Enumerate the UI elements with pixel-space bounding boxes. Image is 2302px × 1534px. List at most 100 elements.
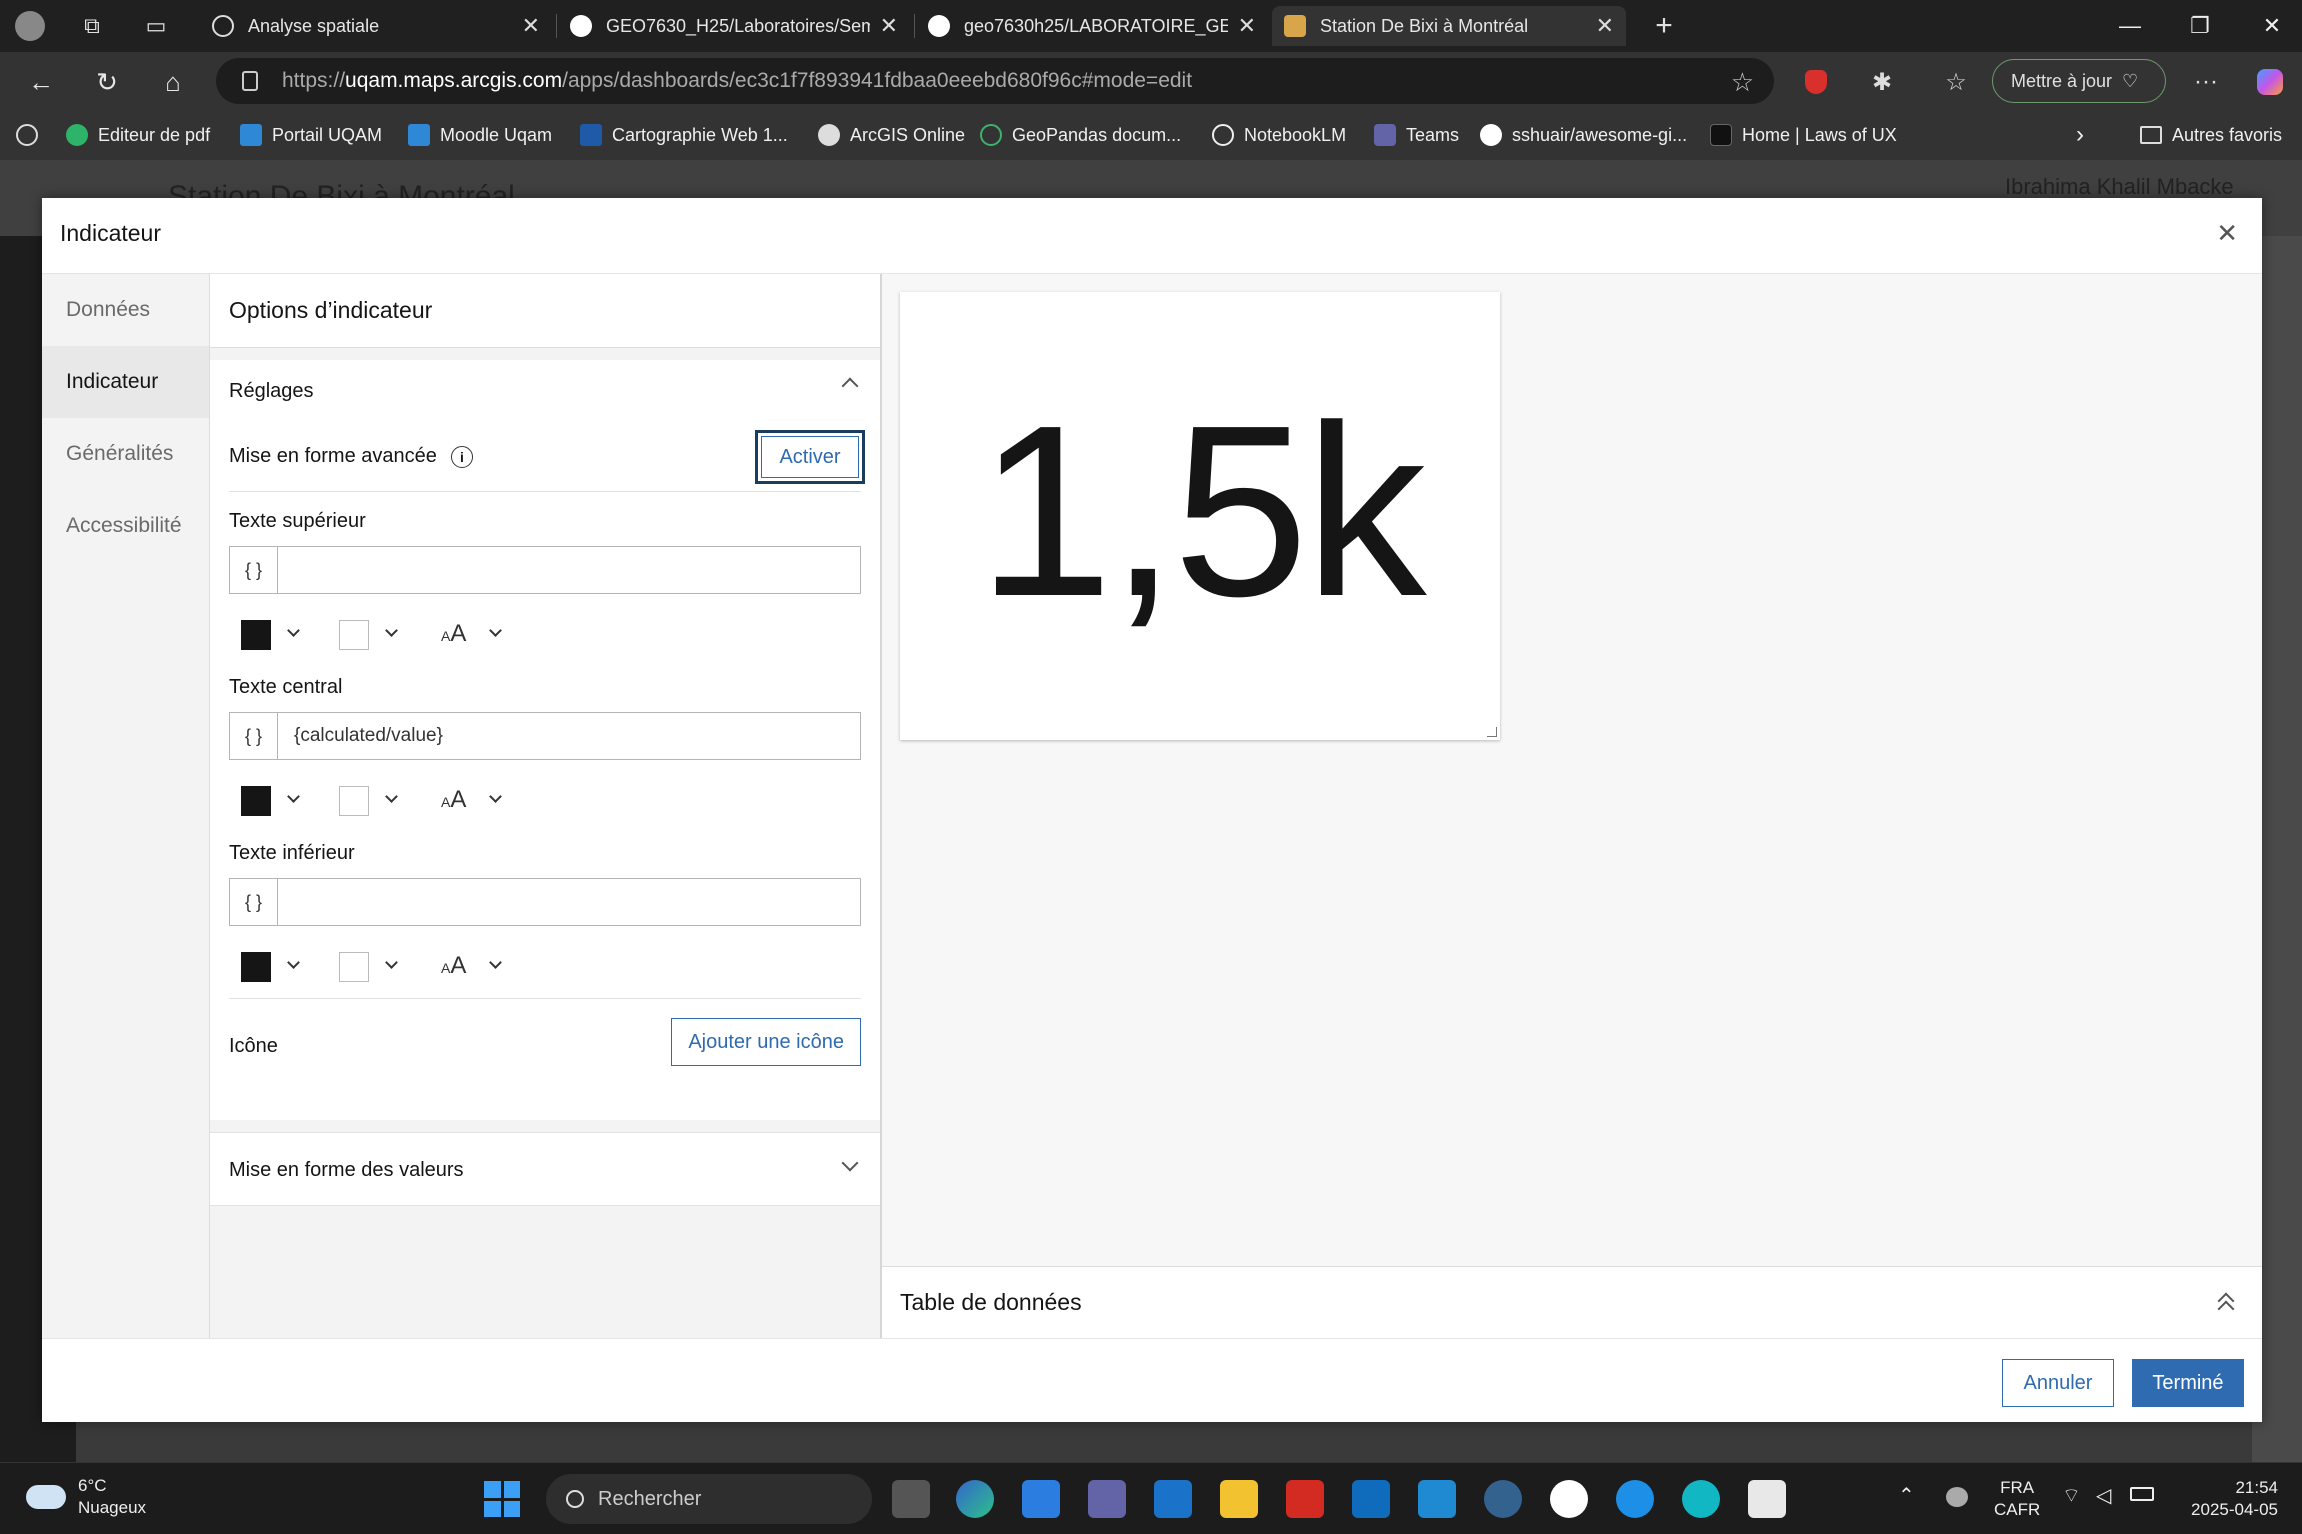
outlook-new-icon[interactable] <box>1352 1480 1390 1518</box>
extension-shield-icon[interactable] <box>1800 66 1832 98</box>
tab-geo7630h25-laboratoire[interactable]: geo7630h25/LABORATOIRE_GEO7 ✕ <box>916 6 1268 46</box>
insert-field-button[interactable]: { } <box>230 713 278 759</box>
close-icon[interactable]: ✕ <box>2216 218 2238 249</box>
tray-overflow-icon[interactable]: ⌃ <box>1898 1485 1915 1507</box>
chevron-down-icon[interactable] <box>489 956 502 969</box>
chevron-down-icon[interactable] <box>287 790 300 803</box>
bottom-text-field[interactable]: { } <box>229 878 861 926</box>
insert-field-button[interactable]: { } <box>230 879 278 925</box>
chevron-down-icon[interactable] <box>385 790 398 803</box>
middle-text-field[interactable]: { } {calculated/value} <box>229 712 861 760</box>
info-icon[interactable]: i <box>450 445 473 468</box>
teams-icon[interactable] <box>1088 1480 1126 1518</box>
tab-geo7630-laboratoires[interactable]: GEO7630_H25/Laboratoires/Sema ✕ <box>558 6 910 46</box>
address-bar[interactable]: https://uqam.maps.arcgis.com/apps/dashbo… <box>216 58 1774 104</box>
vscode-icon[interactable] <box>1418 1480 1456 1518</box>
outlook-icon[interactable] <box>1154 1480 1192 1518</box>
bookmark-editeur-pdf[interactable]: Editeur de pdf <box>66 121 210 149</box>
settings-panel-header[interactable]: Réglages <box>210 360 880 422</box>
restore-icon[interactable]: ❐ <box>2180 8 2220 44</box>
postgresql-icon[interactable] <box>1484 1480 1522 1518</box>
background-color-swatch[interactable] <box>339 786 369 816</box>
font-size-icon[interactable]: AA <box>441 786 466 814</box>
volume-icon[interactable]: ◁ <box>2096 1485 2111 1507</box>
top-text-field[interactable]: { } <box>229 546 861 594</box>
cancel-button[interactable]: Annuler <box>2002 1359 2114 1407</box>
chevron-down-icon[interactable] <box>287 624 300 637</box>
activate-button[interactable]: Activer <box>755 430 865 484</box>
background-color-swatch[interactable] <box>339 620 369 650</box>
back-icon[interactable]: ← <box>24 65 58 99</box>
add-icon-button[interactable]: Ajouter une icône <box>671 1018 861 1066</box>
profile-avatar-icon[interactable] <box>14 10 46 42</box>
tab-station-bixi[interactable]: Station De Bixi à Montréal ✕ <box>1272 6 1626 46</box>
copilot-icon[interactable] <box>2254 66 2286 98</box>
close-window-icon[interactable]: ✕ <box>2252 8 2292 44</box>
resize-handle[interactable] <box>1487 727 1497 737</box>
bookmarks-overflow-icon[interactable]: › <box>2076 121 2084 149</box>
weather-widget[interactable]: 6°C Nuageux <box>26 1475 146 1519</box>
acrobat-icon[interactable] <box>1286 1480 1324 1518</box>
more-options-icon[interactable]: ··· <box>2190 66 2222 98</box>
bookmark-geopandas[interactable]: GeoPandas docum... <box>980 121 1181 149</box>
refresh-icon[interactable]: ↻ <box>90 65 124 99</box>
new-tab-icon[interactable]: + <box>1648 9 1680 42</box>
language-indicator[interactable]: FRA CAFR <box>1994 1477 2040 1521</box>
text-color-swatch[interactable] <box>241 952 271 982</box>
chevron-down-icon[interactable] <box>489 790 502 803</box>
bookmark-arcgis-online[interactable]: ArcGIS Online <box>818 121 965 149</box>
bookmark-awesome-gis[interactable]: sshuair/awesome-gi... <box>1480 121 1687 149</box>
wifi-icon[interactable]: ⌔ <box>2062 1485 2081 1507</box>
favorites-icon[interactable]: ☆ <box>1940 66 1972 98</box>
docker-icon[interactable] <box>1616 1480 1654 1518</box>
extensions-icon[interactable]: ✱ <box>1866 66 1898 98</box>
system-clock[interactable]: 21:54 2025-04-05 <box>2178 1477 2278 1521</box>
task-view-icon[interactable] <box>892 1480 930 1518</box>
bookmark-notebooklm[interactable]: NotebookLM <box>1212 121 1346 149</box>
close-tab-icon[interactable]: ✕ <box>1596 13 1614 39</box>
insert-field-button[interactable]: { } <box>230 547 278 593</box>
store-icon[interactable] <box>1022 1480 1060 1518</box>
text-color-swatch[interactable] <box>241 620 271 650</box>
font-size-icon[interactable]: AA <box>441 620 466 648</box>
bookmark-cartographie-web[interactable]: Cartographie Web 1... <box>580 121 788 149</box>
nav-accessibilite[interactable]: Accessibilité <box>42 490 209 562</box>
top-text-input[interactable] <box>278 547 860 593</box>
text-color-swatch[interactable] <box>241 786 271 816</box>
windows-start-icon[interactable] <box>484 1481 520 1517</box>
battery-icon[interactable] <box>2130 1487 2154 1501</box>
value-format-panel-header[interactable]: Mise en forme des valeurs <box>210 1133 880 1207</box>
minimize-icon[interactable]: — <box>2110 8 2150 44</box>
chevron-down-icon[interactable] <box>385 624 398 637</box>
close-tab-icon[interactable]: ✕ <box>880 13 898 39</box>
data-table-bar[interactable]: Table de données <box>882 1266 2262 1338</box>
tab-analyse-spatiale[interactable]: Analyse spatiale ✕ <box>200 6 552 46</box>
middle-text-input[interactable]: {calculated/value} <box>278 713 860 759</box>
font-size-icon[interactable]: AA <box>441 952 466 980</box>
nav-generalites[interactable]: Généralités <box>42 418 209 490</box>
bookmark-portail-uqam[interactable]: Portail UQAM <box>240 121 382 149</box>
bottom-text-input[interactable] <box>278 879 860 925</box>
bookmark-moodle-uqam[interactable]: Moodle Uqam <box>408 121 552 149</box>
network-warning-icon[interactable] <box>1946 1487 1968 1507</box>
favorite-star-icon[interactable]: ☆ <box>1731 67 1754 98</box>
file-explorer-icon[interactable] <box>1220 1480 1258 1518</box>
nav-donnees[interactable]: Données <box>42 274 209 346</box>
tab-actions-icon[interactable]: ▭ <box>140 10 172 42</box>
update-button[interactable]: Mettre à jour ♡ <box>1992 59 2166 103</box>
github-desktop-icon[interactable] <box>1550 1480 1588 1518</box>
nav-indicateur[interactable]: Indicateur <box>42 346 209 418</box>
chevron-down-icon[interactable] <box>385 956 398 969</box>
background-color-swatch[interactable] <box>339 952 369 982</box>
snipping-tool-icon[interactable] <box>1748 1480 1786 1518</box>
home-icon[interactable]: ⌂ <box>156 65 190 99</box>
close-tab-icon[interactable]: ✕ <box>1238 13 1256 39</box>
bookmark-folder-autres-favoris[interactable]: Autres favoris <box>2140 121 2282 149</box>
bookmark-laws-of-ux[interactable]: Home | Laws of UX <box>1710 121 1897 149</box>
app-icon[interactable] <box>1682 1480 1720 1518</box>
chevron-down-icon[interactable] <box>489 624 502 637</box>
taskbar-search[interactable]: Rechercher <box>546 1474 872 1524</box>
close-tab-icon[interactable]: ✕ <box>522 13 540 39</box>
chevron-down-icon[interactable] <box>287 956 300 969</box>
done-button[interactable]: Terminé <box>2132 1359 2244 1407</box>
